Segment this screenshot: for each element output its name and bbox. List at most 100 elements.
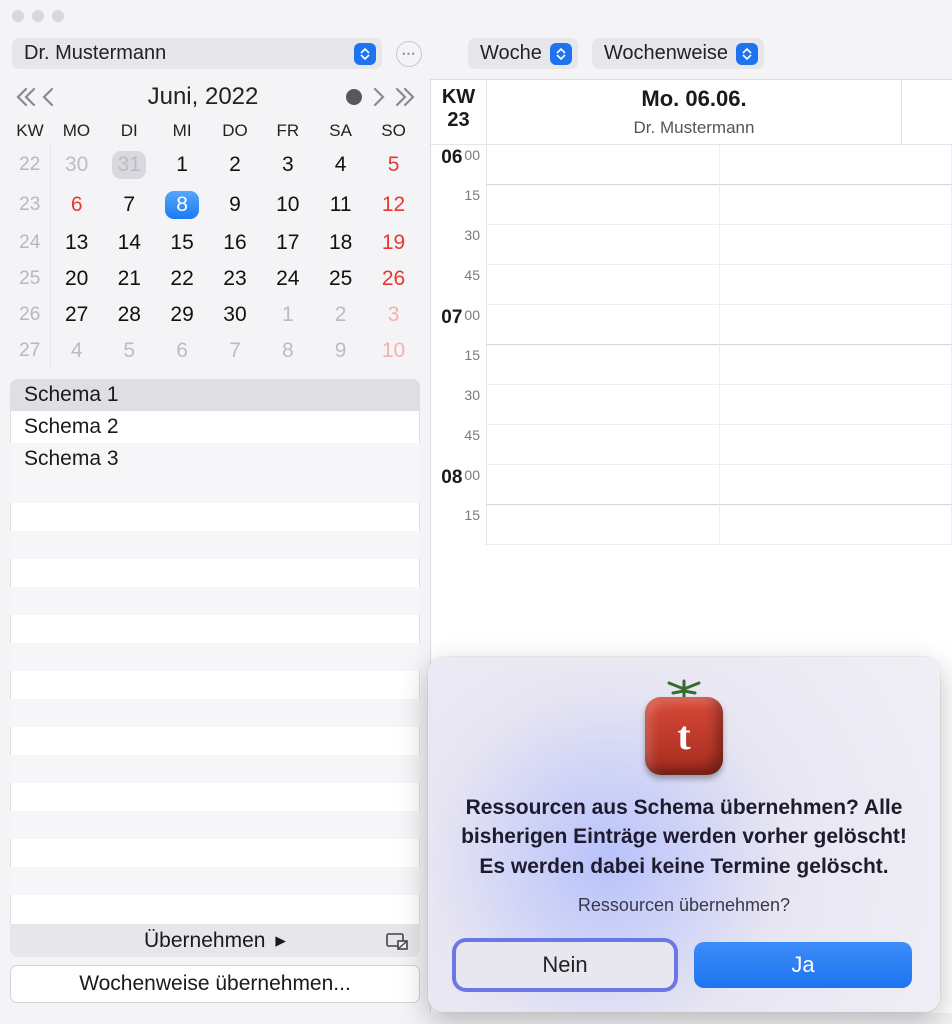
close-window-button[interactable] bbox=[12, 10, 24, 22]
calendar-day[interactable]: 4 bbox=[314, 145, 367, 185]
confirm-dialog: t Ressourcen aus Schema übernehmen? Alle… bbox=[428, 657, 940, 1012]
calendar-day[interactable]: 3 bbox=[261, 145, 314, 185]
calendar-day[interactable]: 18 bbox=[314, 225, 367, 261]
calendar-day[interactable]: 4 bbox=[50, 333, 103, 369]
calendar-day[interactable]: 21 bbox=[103, 261, 156, 297]
dialog-heading: Ressourcen aus Schema übernehmen? Alle b… bbox=[456, 793, 912, 881]
calendar-day[interactable]: 7 bbox=[209, 333, 262, 369]
schema-list-box: Schema 1Schema 2Schema 3 Übernehmen ▸ bbox=[10, 379, 420, 957]
calendar-day[interactable]: 2 bbox=[209, 145, 262, 185]
ellipsis-icon: ⋯ bbox=[402, 45, 417, 62]
dialog-no-button[interactable]: Nein bbox=[456, 942, 674, 988]
time-label: 15 bbox=[431, 505, 487, 545]
calendar-day[interactable]: 6 bbox=[156, 333, 209, 369]
month-calendar: KWMODIMIDOFRSASO 22303112345236789101112… bbox=[10, 117, 420, 369]
resource-select-value: Dr. Mustermann bbox=[24, 42, 166, 65]
calendar-day[interactable]: 19 bbox=[367, 225, 420, 261]
calendar-day[interactable]: 13 bbox=[50, 225, 103, 261]
time-label: 15 bbox=[431, 345, 487, 385]
resource-select[interactable]: Dr. Mustermann bbox=[12, 38, 382, 69]
calendar-day[interactable]: 5 bbox=[103, 333, 156, 369]
calendar-day[interactable]: 1 bbox=[156, 145, 209, 185]
minimize-window-button[interactable] bbox=[32, 10, 44, 22]
kw-cell: 26 bbox=[10, 297, 50, 333]
next-month-button[interactable] bbox=[368, 86, 390, 108]
calendar-day[interactable]: 8 bbox=[156, 185, 209, 225]
time-slot[interactable] bbox=[487, 385, 720, 425]
calendar-day[interactable]: 11 bbox=[314, 185, 367, 225]
more-options-button[interactable]: ⋯ bbox=[396, 41, 422, 67]
updown-icon bbox=[736, 43, 758, 65]
time-slot[interactable] bbox=[487, 305, 720, 345]
dialog-no-label: Nein bbox=[542, 952, 587, 977]
calendar-day[interactable]: 9 bbox=[209, 185, 262, 225]
calendar-day[interactable]: 23 bbox=[209, 261, 262, 297]
triangle-right-icon: ▸ bbox=[275, 928, 286, 953]
calendar-day[interactable]: 10 bbox=[367, 333, 420, 369]
time-label: 0600 bbox=[431, 145, 487, 185]
weekly-apply-button[interactable]: Wochenweise übernehmen... bbox=[10, 965, 420, 1003]
calendar-day[interactable]: 24 bbox=[261, 261, 314, 297]
schema-list[interactable]: Schema 1Schema 2Schema 3 bbox=[10, 379, 420, 924]
calendar-day[interactable]: 27 bbox=[50, 297, 103, 333]
calendar-day[interactable]: 31 bbox=[103, 145, 156, 185]
calendar-day[interactable]: 16 bbox=[209, 225, 262, 261]
time-label: 30 bbox=[431, 385, 487, 425]
apply-button[interactable]: Übernehmen ▸ bbox=[10, 924, 420, 957]
detach-icon[interactable] bbox=[386, 932, 408, 950]
zoom-window-button[interactable] bbox=[52, 10, 64, 22]
calendar-day[interactable]: 9 bbox=[314, 333, 367, 369]
today-button[interactable] bbox=[346, 89, 362, 105]
time-slot[interactable] bbox=[487, 425, 720, 465]
time-slot[interactable] bbox=[487, 505, 720, 545]
day-column-header: Mo. 06.06. Dr. Mustermann bbox=[487, 80, 902, 144]
calendar-day[interactable]: 29 bbox=[156, 297, 209, 333]
schema-list-item[interactable]: Schema 2 bbox=[10, 411, 420, 443]
calendar-header-sa: SA bbox=[314, 117, 367, 145]
toolbar: Dr. Mustermann ⋯ Woche Wochenweise bbox=[0, 32, 952, 79]
next-year-button[interactable] bbox=[394, 86, 416, 108]
prev-year-button[interactable] bbox=[14, 86, 36, 108]
prev-month-button[interactable] bbox=[38, 86, 60, 108]
calendar-day[interactable]: 1 bbox=[261, 297, 314, 333]
calendar-day[interactable]: 6 bbox=[50, 185, 103, 225]
kw-cell: 25 bbox=[10, 261, 50, 297]
calendar-day[interactable]: 10 bbox=[261, 185, 314, 225]
week-number-header: KW 23 bbox=[431, 80, 487, 144]
calendar-day[interactable]: 8 bbox=[261, 333, 314, 369]
calendar-day[interactable]: 15 bbox=[156, 225, 209, 261]
calendar-day[interactable]: 20 bbox=[50, 261, 103, 297]
calendar-day[interactable]: 25 bbox=[314, 261, 367, 297]
view-select[interactable]: Woche bbox=[468, 38, 578, 69]
schema-list-item[interactable]: Schema 3 bbox=[10, 443, 420, 475]
dialog-yes-button[interactable]: Ja bbox=[694, 942, 912, 988]
calendar-day[interactable]: 5 bbox=[367, 145, 420, 185]
time-slot[interactable] bbox=[487, 465, 720, 505]
time-slot[interactable] bbox=[487, 345, 720, 385]
time-slot[interactable] bbox=[487, 225, 720, 265]
time-slot[interactable] bbox=[487, 265, 720, 305]
calendar-day[interactable]: 2 bbox=[314, 297, 367, 333]
calendar-day[interactable]: 22 bbox=[156, 261, 209, 297]
updown-icon bbox=[550, 43, 572, 65]
calendar-header-do: DO bbox=[209, 117, 262, 145]
calendar-day[interactable]: 12 bbox=[367, 185, 420, 225]
calendar-day[interactable]: 3 bbox=[367, 297, 420, 333]
time-slot[interactable] bbox=[487, 145, 720, 185]
day-date: Mo. 06.06. bbox=[487, 86, 901, 112]
mode-select[interactable]: Wochenweise bbox=[592, 38, 764, 69]
chevron-right-icon bbox=[368, 86, 390, 108]
updown-icon bbox=[354, 43, 376, 65]
calendar-day[interactable]: 28 bbox=[103, 297, 156, 333]
calendar-day[interactable]: 14 bbox=[103, 225, 156, 261]
schema-list-item[interactable]: Schema 1 bbox=[10, 379, 420, 411]
time-label: 0700 bbox=[431, 305, 487, 345]
calendar-day[interactable]: 30 bbox=[209, 297, 262, 333]
time-slot[interactable] bbox=[487, 185, 720, 225]
calendar-header-di: DI bbox=[103, 117, 156, 145]
calendar-day[interactable]: 30 bbox=[50, 145, 103, 185]
calendar-day[interactable]: 7 bbox=[103, 185, 156, 225]
calendar-day[interactable]: 26 bbox=[367, 261, 420, 297]
kw-cell: 24 bbox=[10, 225, 50, 261]
calendar-day[interactable]: 17 bbox=[261, 225, 314, 261]
